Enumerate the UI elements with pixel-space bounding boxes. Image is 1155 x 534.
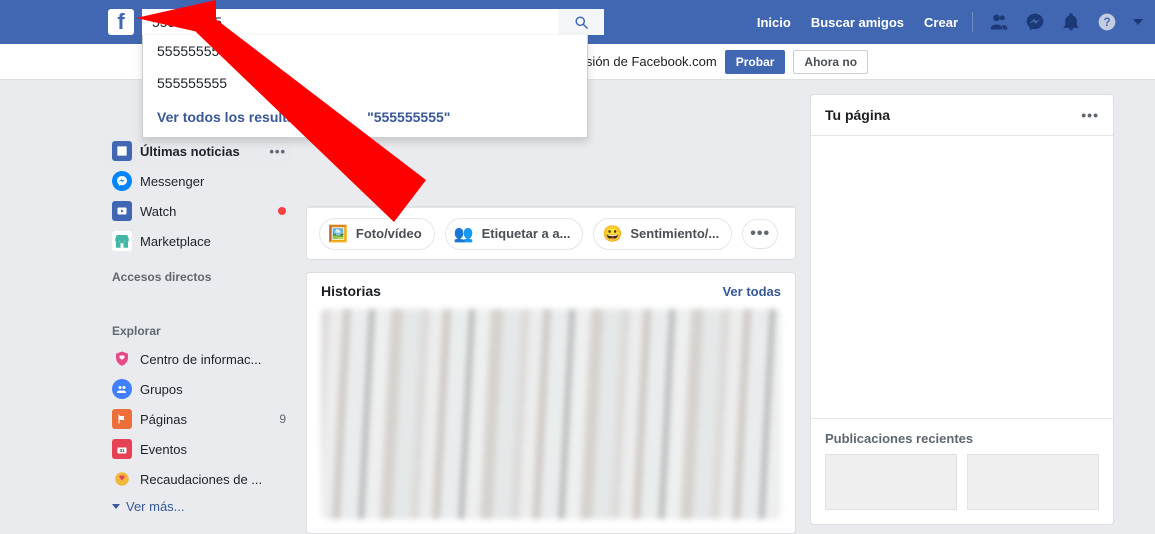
account-menu-caret[interactable] — [1133, 19, 1143, 25]
composer-card: 🖼️ Foto/vídeo 👥 Etiquetar a a... 😀 Senti… — [306, 206, 796, 260]
top-bar: f 555555555555 555555555 Ver todos los r… — [0, 0, 1155, 44]
your-page-title: Tu página — [825, 107, 890, 123]
sidebar-marketplace[interactable]: Marketplace — [106, 226, 292, 256]
help-icon[interactable]: ? — [1097, 12, 1117, 32]
search-suggestion[interactable]: 555555555555 — [143, 35, 587, 67]
pages-count-badge: 9 — [279, 412, 286, 426]
post-thumbnail[interactable] — [967, 454, 1099, 510]
sidebar-label: Recaudaciones de ... — [140, 472, 262, 487]
flag-icon — [112, 409, 132, 429]
see-more-label: Ver más... — [126, 499, 185, 514]
see-more-link[interactable]: Ver más... — [106, 494, 292, 519]
left-sidebar: Últimas noticias ••• Messenger Watch Mar… — [106, 136, 292, 534]
see-all-query: "555555555" — [367, 109, 450, 125]
shield-heart-icon — [112, 349, 132, 369]
tag-icon: 👥 — [454, 224, 474, 244]
notification-dot — [278, 207, 286, 215]
top-nav-links: Inicio Buscar amigos Crear — [747, 0, 977, 44]
watch-icon — [112, 201, 132, 221]
svg-text:?: ? — [1103, 16, 1110, 29]
not-now-button[interactable]: Ahora no — [793, 50, 868, 74]
notifications-icon[interactable] — [1061, 12, 1081, 32]
see-all-stories-link[interactable]: Ver todas — [722, 284, 781, 299]
groups-icon — [112, 379, 132, 399]
main-columns: Últimas noticias ••• Messenger Watch Mar… — [0, 80, 1155, 534]
see-all-prefix: Ver todos los resultados p — [157, 109, 332, 125]
friend-requests-icon[interactable] — [989, 12, 1009, 32]
search-button[interactable] — [558, 9, 604, 35]
post-thumbnail[interactable] — [825, 454, 957, 510]
shortcuts-heading: Accesos directos — [112, 270, 292, 284]
suggestion-bold: 55 — [235, 43, 251, 59]
sidebar-label: Páginas — [140, 412, 187, 427]
sidebar-pages[interactable]: Páginas 9 — [106, 404, 292, 434]
photo-icon: 🖼️ — [328, 224, 348, 244]
calendar-icon: 31 — [112, 439, 132, 459]
sidebar-label: Messenger — [140, 174, 204, 189]
card-menu-icon[interactable]: ••• — [1081, 107, 1099, 123]
search-container: 555555555555 555555555 Ver todos los res… — [142, 9, 604, 35]
try-button[interactable]: Probar — [725, 50, 786, 74]
recent-posts-row — [811, 454, 1113, 524]
sidebar-watch[interactable]: Watch — [106, 196, 292, 226]
sidebar-groups[interactable]: Grupos — [106, 374, 292, 404]
sidebar-label: Watch — [140, 204, 176, 219]
explore-heading: Explorar — [112, 324, 292, 338]
messenger-icon[interactable] — [1025, 12, 1045, 32]
newspaper-icon — [112, 141, 132, 161]
sidebar-label: Centro de informac... — [140, 352, 261, 367]
divider — [972, 12, 973, 32]
sidebar-label: Marketplace — [140, 234, 211, 249]
search-icon — [574, 15, 589, 30]
see-all-results[interactable]: Ver todos los resultados p "555555555" — [143, 99, 587, 137]
facebook-logo[interactable]: f — [108, 9, 134, 35]
sidebar-label: Eventos — [140, 442, 187, 457]
suggestion-text: 555555555 — [157, 75, 227, 91]
svg-text:31: 31 — [119, 448, 125, 453]
feeling-activity-button[interactable]: 😀 Sentimiento/... — [593, 218, 732, 250]
nav-find-friends[interactable]: Buscar amigos — [801, 0, 914, 44]
search-suggestion[interactable]: 555555555 — [143, 67, 587, 99]
coin-heart-icon — [112, 469, 132, 489]
sidebar-events[interactable]: 31 Eventos — [106, 434, 292, 464]
stories-title: Historias — [321, 283, 381, 299]
search-input[interactable] — [142, 9, 558, 35]
recent-posts-heading: Publicaciones recientes — [811, 418, 1113, 454]
right-column: Tu página ••• Publicaciones recientes — [810, 94, 1114, 534]
stories-card: Historias Ver todas — [306, 272, 796, 534]
stories-header: Historias Ver todas — [307, 273, 795, 309]
nav-home[interactable]: Inicio — [747, 0, 801, 44]
photo-video-button[interactable]: 🖼️ Foto/vídeo — [319, 218, 435, 250]
your-page-header: Tu página ••• — [811, 95, 1113, 136]
top-icon-tray: ? — [989, 12, 1143, 32]
smiley-icon: 😀 — [602, 224, 622, 244]
center-column: 🖼️ Foto/vídeo 👥 Etiquetar a a... 😀 Senti… — [306, 206, 796, 534]
chip-label: Foto/vídeo — [356, 226, 422, 241]
composer-actions: 🖼️ Foto/vídeo 👥 Etiquetar a a... 😀 Senti… — [307, 207, 795, 259]
sidebar-label: Últimas noticias — [140, 144, 240, 159]
search-suggestions-dropdown: 555555555555 555555555 Ver todos los res… — [142, 35, 588, 138]
sidebar-label: Grupos — [140, 382, 183, 397]
more-composer-options[interactable]: ••• — [742, 219, 778, 249]
sidebar-news-feed[interactable]: Últimas noticias ••• — [106, 136, 292, 166]
stories-carousel[interactable] — [321, 309, 781, 519]
suggestion-text: 5555555555 — [157, 43, 235, 59]
chip-label: Sentimiento/... — [630, 226, 719, 241]
nav-create[interactable]: Crear — [914, 0, 968, 44]
sidebar-messenger[interactable]: Messenger — [106, 166, 292, 196]
more-dots-icon[interactable]: ••• — [269, 144, 286, 159]
sidebar-fundraisers[interactable]: Recaudaciones de ... — [106, 464, 292, 494]
your-page-card: Tu página ••• Publicaciones recientes — [810, 94, 1114, 525]
your-page-body — [811, 136, 1113, 418]
marketplace-icon — [112, 231, 132, 251]
messenger-icon — [112, 171, 132, 191]
chip-label: Etiquetar a a... — [482, 226, 571, 241]
sidebar-info-center[interactable]: Centro de informac... — [106, 344, 292, 374]
tag-friends-button[interactable]: 👥 Etiquetar a a... — [445, 218, 584, 250]
